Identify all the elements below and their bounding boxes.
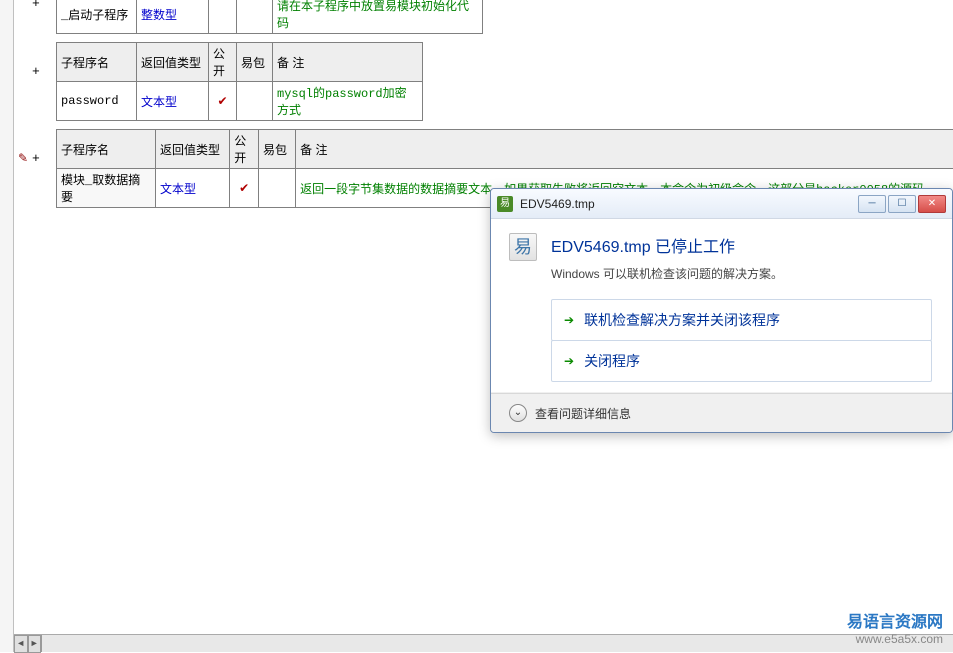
return-type-cell[interactable]: 文本型 [137, 82, 209, 121]
header-proc-name: 子程序名 [57, 43, 137, 82]
watermark: 易语言资源网 www.e5a5x.com [847, 608, 943, 646]
error-dialog: 易 EDV5469.tmp ─ ☐ ✕ 易 EDV5469.tmp 已停止工作 … [490, 188, 953, 433]
dialog-title: EDV5469.tmp [520, 197, 858, 211]
expand-details-icon[interactable]: ⌄ [509, 404, 527, 422]
app-icon: 易 [497, 196, 513, 212]
tab-next-icon[interactable]: ► [28, 635, 42, 653]
minimize-button[interactable]: ─ [858, 195, 886, 213]
proc-name-cell[interactable]: password [57, 82, 137, 121]
watermark-url: www.e5a5x.com [847, 632, 943, 646]
arrow-right-icon: ➔ [564, 313, 574, 327]
dialog-footer: ⌄ 查看问题详细信息 [491, 393, 952, 432]
option-check-online[interactable]: ➔ 联机检查解决方案并关闭该程序 [551, 299, 932, 341]
header-comment: 备 注 [273, 43, 423, 82]
header-ret-type: 返回值类型 [155, 130, 229, 169]
option-close-program[interactable]: ➔ 关闭程序 [551, 340, 932, 382]
option-label: 关闭程序 [584, 351, 640, 371]
comment-cell[interactable]: mysql的password加密方式 [273, 82, 423, 121]
header-ezpkg: 易包 [237, 43, 273, 82]
proc-table-1: _启动子程序 整数型 请在本子程序中放置易模块初始化代码 [56, 0, 483, 34]
expand-toggle[interactable]: + [32, 64, 46, 79]
dialog-titlebar[interactable]: 易 EDV5469.tmp ─ ☐ ✕ [491, 189, 952, 219]
error-subtext: Windows 可以联机检查该问题的解决方案。 [551, 265, 783, 282]
option-label: 联机检查解决方案并关闭该程序 [584, 310, 780, 330]
ezpkg-cell[interactable] [237, 0, 273, 34]
watermark-text: 易语言资源网 [847, 608, 943, 632]
edit-marker-icon: ✎ [18, 151, 28, 165]
header-public: 公开 [230, 130, 259, 169]
tab-nav: ◄ ► [14, 635, 42, 652]
editor-gutter [0, 0, 14, 652]
dialog-body: 易 EDV5469.tmp 已停止工作 Windows 可以联机检查该问题的解决… [491, 219, 952, 392]
header-public: 公开 [209, 43, 237, 82]
comment-cell[interactable]: 请在本子程序中放置易模块初始化代码 [273, 0, 483, 34]
header-comment: 备 注 [296, 130, 953, 169]
public-cell[interactable]: ✔ [209, 82, 237, 121]
return-type-cell[interactable]: 整数型 [137, 0, 209, 34]
expand-toggle[interactable]: + [32, 151, 46, 166]
maximize-button[interactable]: ☐ [888, 195, 916, 213]
public-cell[interactable] [209, 0, 237, 34]
proc-name-cell[interactable]: 模块_取数据摘要 [57, 169, 156, 208]
program-icon: 易 [509, 233, 537, 261]
header-ret-type: 返回值类型 [137, 43, 209, 82]
expand-toggle[interactable]: + [32, 0, 46, 11]
tab-prev-icon[interactable]: ◄ [14, 635, 28, 653]
proc-table-2: 子程序名 返回值类型 公开 易包 备 注 password 文本型 ✔ mysq… [56, 42, 423, 121]
header-ezpkg: 易包 [259, 130, 296, 169]
ezpkg-cell[interactable] [259, 169, 296, 208]
return-type-cell[interactable]: 文本型 [155, 169, 229, 208]
error-heading: EDV5469.tmp 已停止工作 [551, 233, 783, 257]
proc-name-cell[interactable]: _启动子程序 [57, 0, 137, 34]
arrow-right-icon: ➔ [564, 354, 574, 368]
ezpkg-cell[interactable] [237, 82, 273, 121]
header-proc-name: 子程序名 [57, 130, 156, 169]
close-button[interactable]: ✕ [918, 195, 946, 213]
view-details-link[interactable]: 查看问题详细信息 [535, 405, 631, 422]
public-cell[interactable]: ✔ [230, 169, 259, 208]
horizontal-scrollbar[interactable]: ◄ ► [14, 634, 953, 652]
